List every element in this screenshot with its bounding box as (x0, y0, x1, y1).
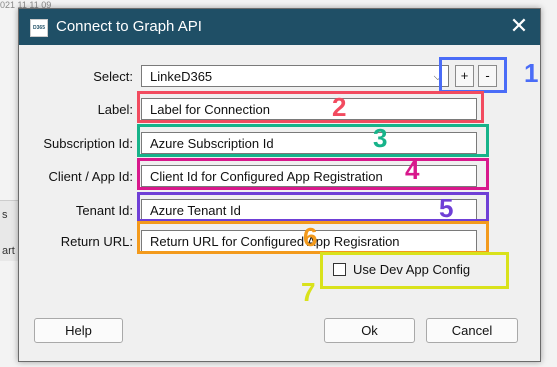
add-connection-button[interactable]: + (455, 65, 474, 87)
annotation-number-6: 6 (303, 222, 318, 252)
cancel-button[interactable]: Cancel (426, 318, 518, 343)
annotation-number-5: 5 (439, 193, 454, 223)
title-bar: D365 Connect to Graph API ✕ (19, 9, 540, 45)
ok-button[interactable]: Ok (324, 318, 415, 343)
tenant-input[interactable]: Azure Tenant Id (141, 199, 477, 221)
return-url-label: Return URL: (60, 234, 133, 249)
background-item: s (2, 209, 8, 221)
background-item: art (2, 245, 15, 257)
label-input[interactable]: Label for Connection (141, 98, 477, 120)
return-url-input-value: Return URL for Configured App Regisratio… (150, 234, 400, 249)
background-side-panel: s art (0, 200, 20, 261)
dialog-title: Connect to Graph API (56, 18, 202, 35)
connection-select[interactable]: LinkeD365 ⌵ (141, 65, 449, 87)
annotation-number-3: 3 (373, 123, 388, 153)
subscription-label: Subscription Id: (43, 136, 133, 151)
client-label: Client / App Id: (48, 169, 133, 184)
select-label: Select: (93, 69, 133, 84)
annotation-number-4: 4 (405, 155, 420, 185)
app-icon: D365 (30, 19, 48, 37)
use-dev-checkbox[interactable] (333, 263, 346, 276)
tenant-label: Tenant Id: (75, 203, 133, 218)
label-input-value: Label for Connection (150, 102, 270, 117)
help-button[interactable]: Help (34, 318, 123, 343)
subscription-input[interactable]: Azure Subscription Id (141, 132, 477, 154)
tenant-input-value: Azure Tenant Id (150, 203, 241, 218)
use-dev-label: Use Dev App Config (353, 262, 471, 277)
annotation-number-1: 1 (524, 58, 539, 88)
label-field-label: Label: (97, 102, 133, 117)
close-icon[interactable]: ✕ (504, 13, 534, 41)
chevron-down-icon: ⌵ (433, 71, 442, 83)
connect-dialog: D365 Connect to Graph API ✕ Select: Link… (18, 8, 541, 362)
annotation-number-7: 7 (301, 277, 316, 307)
annotation-number-2: 2 (332, 92, 347, 122)
client-input-value: Client Id for Configured App Registratio… (150, 169, 383, 184)
subscription-input-value: Azure Subscription Id (150, 136, 274, 151)
select-value: LinkeD365 (150, 69, 213, 84)
client-input[interactable]: Client Id for Configured App Registratio… (141, 165, 477, 187)
remove-connection-button[interactable]: - (478, 65, 497, 87)
